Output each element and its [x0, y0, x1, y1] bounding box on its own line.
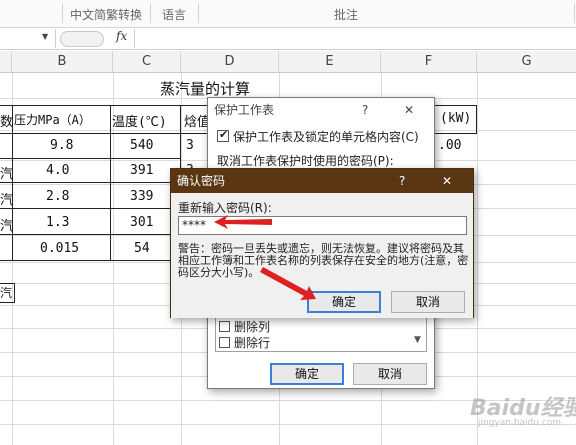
table-border [0, 158, 180, 159]
column-header-g[interactable]: G [477, 51, 576, 72]
table-border [0, 234, 180, 235]
warning-text: 警告：密码一旦丢失或遗忘，则无法恢复。建议将密码及其相应工作簿和工作表名称的列表… [178, 242, 469, 279]
column-header-e[interactable]: E [279, 51, 381, 72]
function-icon[interactable]: fx [116, 29, 127, 43]
protect-checkbox-label: 保护工作表及锁定的单元格内容(C) [233, 130, 419, 144]
column-header-d[interactable]: D [181, 51, 279, 72]
confirm-dialog-title-bar: 确认密码 ? ✕ [171, 169, 473, 193]
protect-cancel-button[interactable]: 取消 [353, 363, 427, 385]
table-cell[interactable]: 1.3 [46, 215, 69, 230]
sheet-title: 蒸汽量的计算 [160, 80, 251, 98]
protect-dialog-title-bar: 保护工作表 ? ✕ [208, 98, 434, 122]
table-cell[interactable]: 汽 [0, 189, 13, 208]
table-border [0, 208, 180, 209]
red-arrow-annotation [260, 267, 316, 300]
close-icon[interactable]: ✕ [442, 169, 452, 193]
list-item-label: 删除行 [234, 336, 271, 350]
table-cell[interactable]: 301 [130, 215, 153, 230]
confirm-ok-button[interactable]: 确定 [307, 291, 381, 313]
ribbon-item-chinese-conversion[interactable]: 中文简繁转换 [70, 6, 142, 23]
list-item-label: 删除列 [234, 320, 271, 334]
column-header-row: B C D E F G [0, 51, 576, 73]
table-border [0, 133, 214, 134]
ribbon-item-language[interactable]: 语言 [162, 6, 186, 23]
column-header-f[interactable]: F [381, 51, 477, 72]
help-icon[interactable]: ? [399, 169, 405, 193]
protect-ok-button[interactable]: 确定 [270, 363, 344, 385]
list-checkbox[interactable] [219, 337, 230, 348]
column-header-c[interactable]: C [113, 51, 181, 72]
table-cell[interactable]: 4.0 [46, 163, 69, 178]
watermark-url: jingyan.baidu.com [478, 418, 562, 428]
formula-bar-scroll-handle[interactable] [60, 31, 104, 47]
table-cell[interactable]: 339 [130, 189, 153, 204]
ribbon-separator [574, 3, 575, 23]
table-border [0, 260, 180, 261]
formula-bar: ▼ fx [0, 28, 576, 50]
table-cell[interactable]: 3 [186, 138, 194, 153]
protect-dialog-title: 保护工作表 [214, 103, 275, 117]
table-cell[interactable]: 汽 [0, 283, 15, 303]
close-icon[interactable]: ✕ [404, 98, 414, 122]
protect-checkbox[interactable]: ✔ [217, 128, 229, 142]
table-cell[interactable]: .00 [438, 138, 461, 153]
ribbon-separator [62, 3, 63, 23]
name-box[interactable]: ▼ [0, 29, 56, 48]
header-cell-temperature[interactable]: 温度(℃) [112, 111, 167, 130]
table-border [434, 105, 477, 106]
table-border [0, 182, 180, 183]
table-cell[interactable]: 0.015 [40, 241, 79, 256]
header-cell-pressure[interactable]: 压力MPa（A） [14, 111, 91, 128]
scroll-down-icon[interactable]: ▼ [414, 335, 421, 345]
help-icon[interactable]: ? [362, 98, 368, 122]
table-cell[interactable]: 2.8 [46, 189, 69, 204]
table-border [476, 105, 477, 133]
table-border [434, 133, 477, 134]
confirm-password-dialog: 确认密码 ? ✕ 重新输入密码(R): **** 警告：密码一旦丢失或遗忘，则无… [170, 168, 474, 318]
ribbon-separator [150, 3, 151, 23]
formula-input[interactable] [134, 29, 576, 48]
header-cell-power[interactable]: (kW) [440, 111, 471, 126]
arrow-shape [260, 267, 316, 300]
table-border [110, 105, 111, 260]
arrow-shape [214, 215, 272, 229]
list-checkbox[interactable] [219, 321, 230, 332]
confirm-cancel-button[interactable]: 取消 [391, 291, 465, 313]
table-cell[interactable]: 540 [130, 138, 153, 153]
table-cell[interactable]: 54 [134, 241, 150, 256]
red-arrow-annotation [214, 215, 272, 229]
table-cell[interactable]: 9.8 [50, 138, 73, 153]
table-cell[interactable]: 汽 [0, 163, 13, 182]
header-cell[interactable]: 数 [0, 111, 13, 130]
column-header-a[interactable] [0, 51, 12, 72]
ribbon: 中文简繁转换 语言 批注 [0, 0, 576, 28]
confirm-dialog-title: 确认密码 [177, 174, 226, 188]
password-label: 取消工作表保护时使用的密码(P): [217, 154, 394, 168]
chevron-down-icon[interactable]: ▼ [42, 32, 48, 41]
ribbon-item-comments[interactable]: 批注 [334, 6, 358, 23]
ribbon-separator [198, 3, 199, 23]
table-border [0, 105, 214, 106]
permission-list[interactable]: 删除列 删除行 ▼ [215, 314, 427, 352]
table-cell[interactable]: 391 [130, 163, 153, 178]
column-header-b[interactable]: B [12, 51, 113, 72]
check-icon: ✔ [219, 128, 229, 141]
table-cell[interactable]: 汽 [0, 215, 13, 234]
